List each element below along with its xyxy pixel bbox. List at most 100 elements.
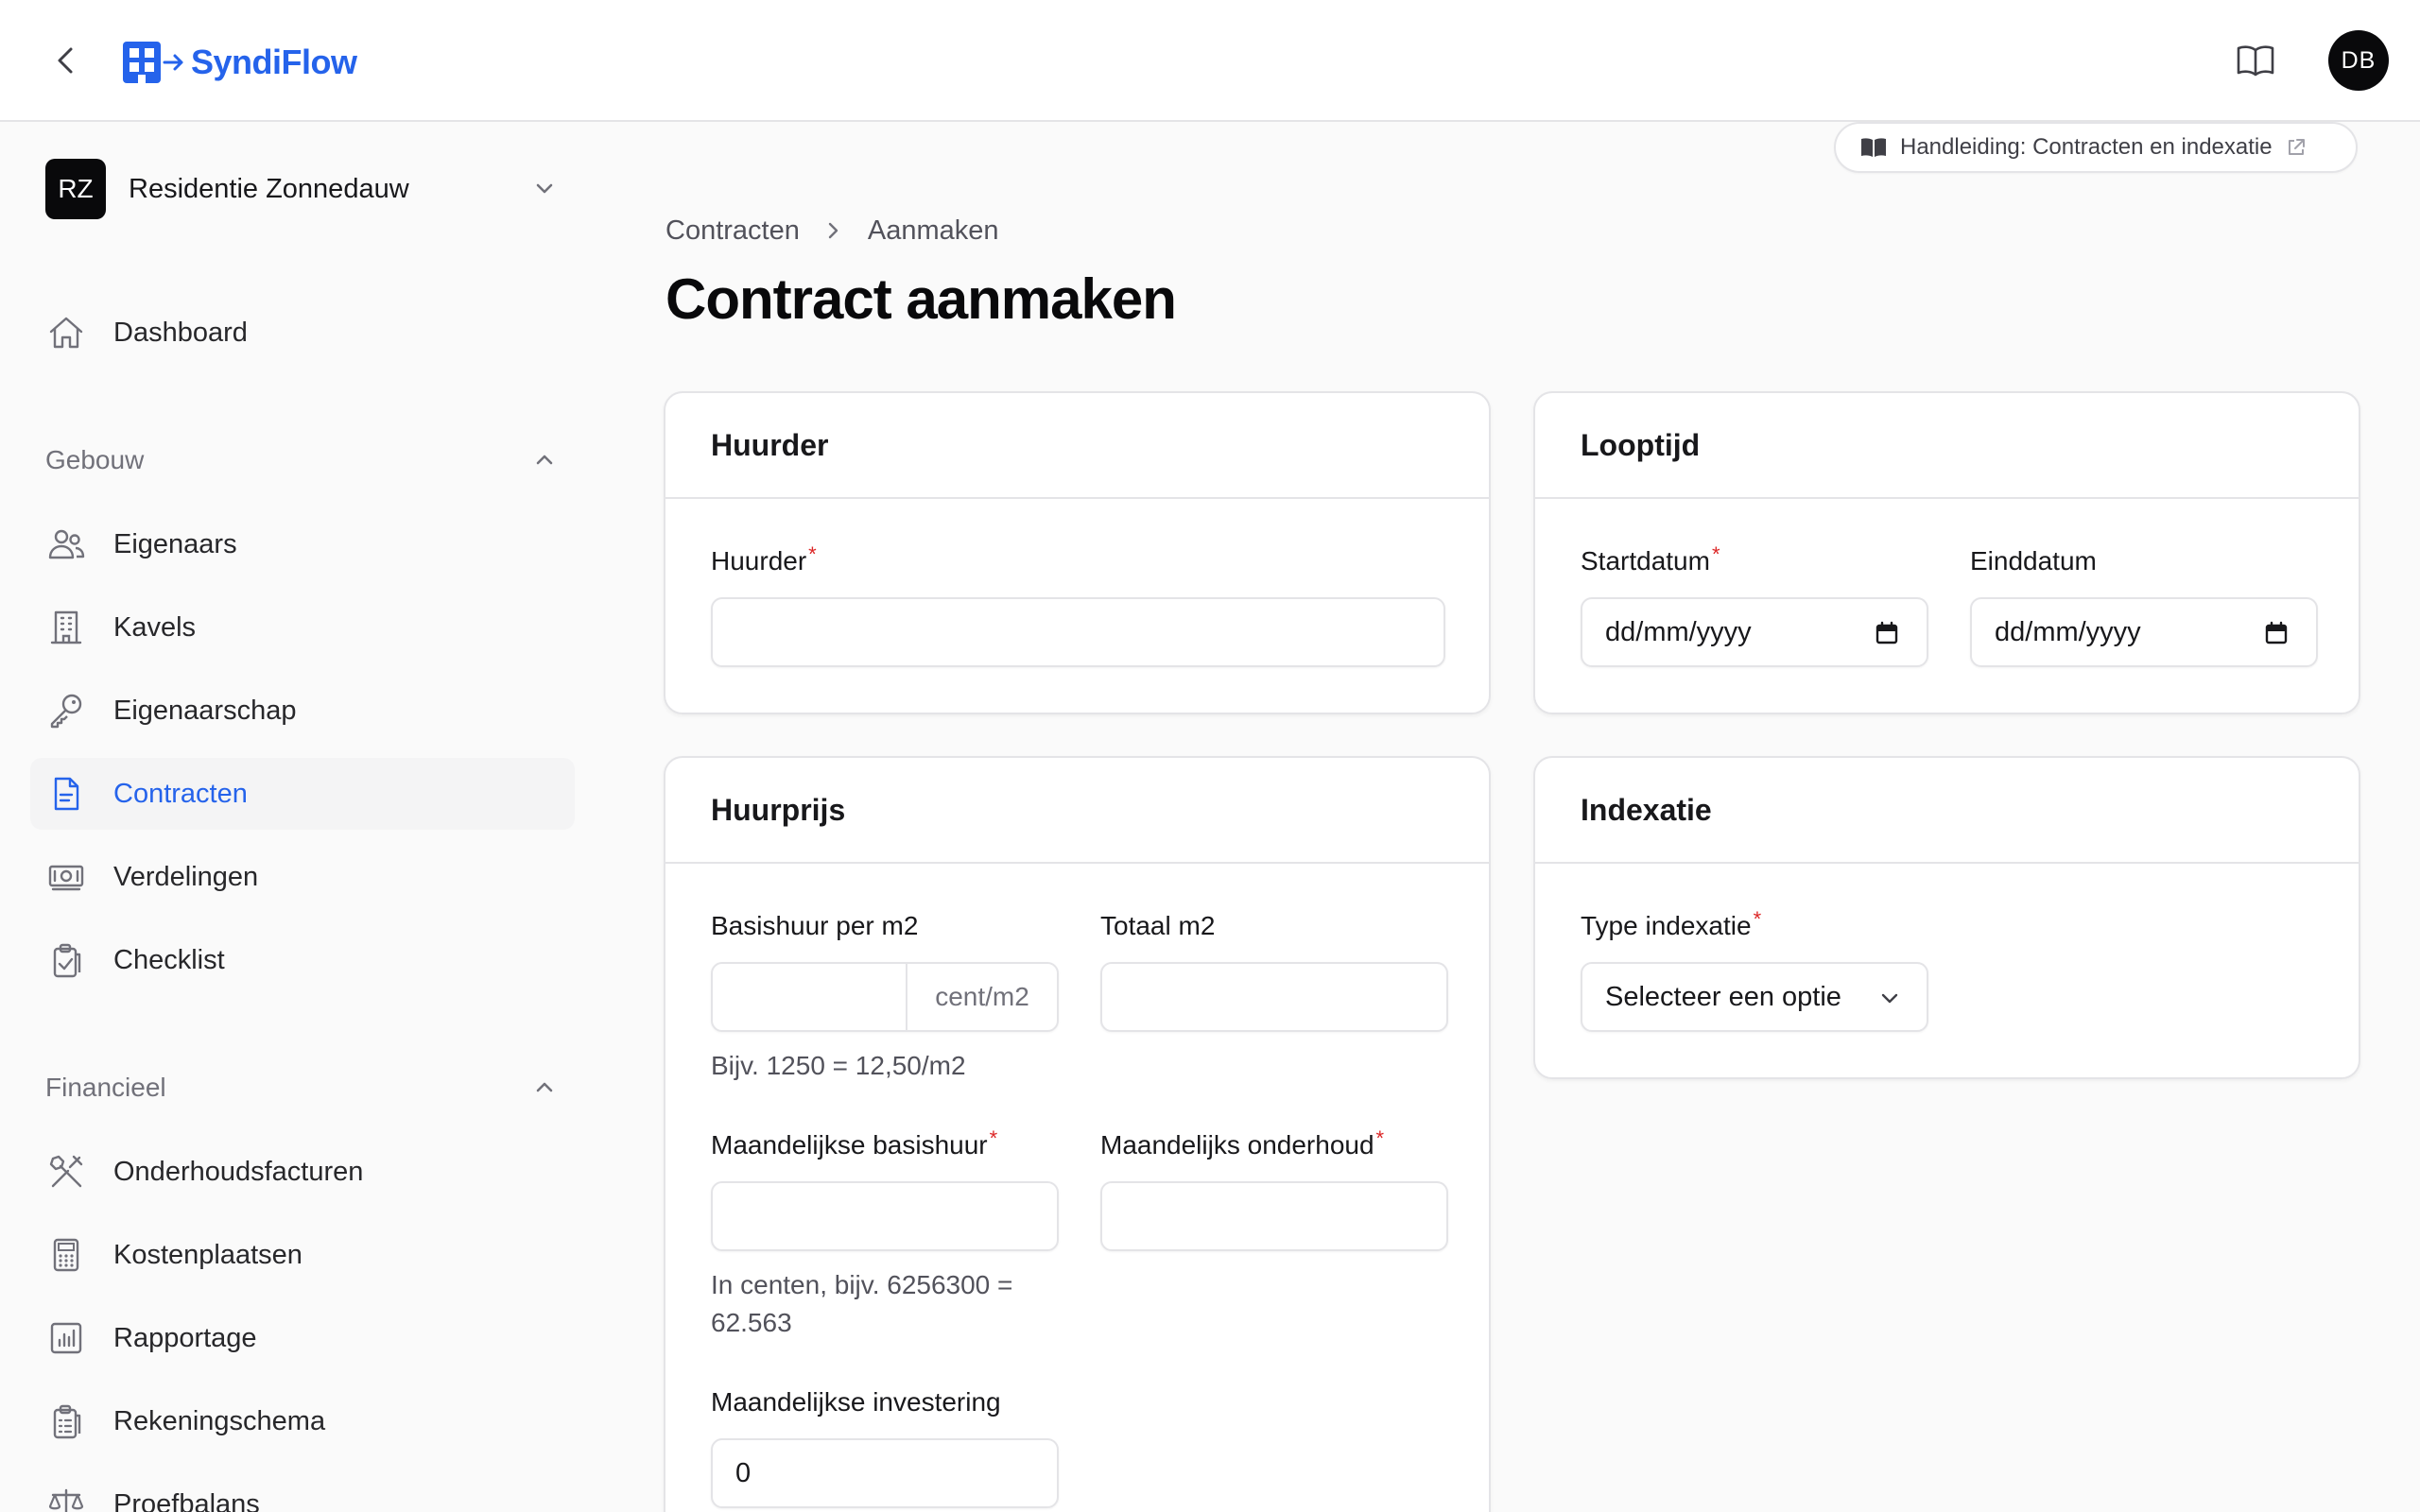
sidebar-item-dashboard[interactable]: Dashboard (30, 297, 575, 369)
breadcrumb-parent[interactable]: Contracten (666, 215, 800, 247)
type-indexatie-label: Type indexatie* (1581, 907, 1761, 941)
breadcrumb-current: Aanmaken (867, 215, 999, 246)
chart-icon (50, 1322, 82, 1354)
card-indexatie: Indexatie Type indexatie* Selecteer een … (1533, 756, 2360, 1079)
sidebar-item-kostenplaatsen[interactable]: Kostenplaatsen (30, 1219, 575, 1291)
sidebar-item-label: Onderhoudsfacturen (113, 1156, 364, 1187)
basishuur-input[interactable]: cent/m2 (711, 962, 1059, 1032)
sidebar-item-eigenaars[interactable]: Eigenaars (30, 508, 575, 580)
sidebar: RZ Residentie Zonnedauw Dashboard Gebouw… (0, 124, 605, 1512)
back-button[interactable] (47, 42, 85, 79)
required-marker: * (808, 542, 817, 566)
huurder-label-text: Huurder (711, 546, 807, 576)
sidebar-item-label: Verdelingen (113, 861, 259, 892)
maandelijkse-basishuur-hint: In centen, bijv. 6256300 = 62.563 (711, 1270, 1013, 1337)
card-title: Huurder (711, 427, 829, 462)
app-logo[interactable]: SyndiFlow (123, 42, 357, 83)
book-open-icon (2237, 45, 2274, 77)
required-marker: * (989, 1126, 998, 1150)
sidebar-item-kavels[interactable]: Kavels (30, 592, 575, 663)
startdatum-label-text: Startdatum (1581, 546, 1710, 576)
maandelijkse-basishuur-label: Maandelijkse basishuur* (711, 1126, 997, 1160)
basishuur-hint: Bijv. 1250 = 12,50/m2 (711, 1051, 966, 1080)
guide-link-label: Handleiding: Contracten en indexatie (1900, 134, 2273, 160)
section-title: Gebouw (45, 445, 145, 474)
guide-link[interactable]: Handleiding: Contracten en indexatie (1834, 122, 2358, 173)
card-header: Huurprijs (666, 758, 1489, 864)
chevron-left-icon (58, 47, 73, 74)
document-icon (54, 777, 79, 811)
einddatum-input[interactable]: dd/mm/yyyy (1970, 597, 2318, 667)
chevron-down-icon (536, 183, 553, 194)
building-logo-icon (123, 42, 183, 83)
banknote-icon (48, 865, 84, 891)
totaal-m2-label: Totaal m2 (1100, 911, 1216, 940)
sidebar-item-proefbalans[interactable]: Proefbalans (30, 1469, 575, 1512)
key-icon (50, 694, 82, 729)
sidebar-item-rekeningschema[interactable]: Rekeningschema (30, 1385, 575, 1457)
chevron-up-icon (536, 455, 553, 465)
breadcrumb: Contracten Aanmaken (666, 212, 999, 249)
card-title: Looptijd (1581, 427, 1701, 462)
maandelijks-onderhoud-label-text: Maandelijks onderhoud (1100, 1130, 1374, 1160)
clipboard-check-icon (53, 943, 81, 978)
sidebar-item-label: Kostenplaatsen (113, 1239, 302, 1270)
sidebar-item-label: Rapportage (113, 1322, 257, 1353)
sidebar-item-contracten[interactable]: Contracten (30, 758, 575, 830)
sidebar-item-eigenaarschap[interactable]: Eigenaarschap (30, 675, 575, 747)
section-toggle-gebouw[interactable]: Gebouw (45, 441, 556, 479)
huurder-input[interactable] (711, 597, 1445, 667)
chevron-right-icon (828, 222, 838, 239)
maandelijkse-basishuur-input[interactable] (711, 1181, 1059, 1251)
tenant-badge: RZ (45, 159, 106, 219)
sidebar-item-label: Proefbalans (113, 1488, 260, 1512)
einddatum-placeholder: dd/mm/yyyy (1995, 616, 2141, 647)
required-marker: * (1711, 542, 1720, 566)
type-indexatie-label-text: Type indexatie (1581, 911, 1752, 940)
chevron-up-icon (536, 1082, 553, 1092)
card-header: Looptijd (1535, 393, 2359, 499)
sidebar-item-rapportage[interactable]: Rapportage (30, 1302, 575, 1374)
required-marker: * (1753, 907, 1762, 931)
top-bar: SyndiFlow DB (0, 0, 2420, 122)
calendar-icon[interactable] (1874, 620, 1900, 646)
maandelijkse-investering-input[interactable]: 0 (711, 1438, 1059, 1508)
home-icon (49, 317, 83, 349)
sidebar-item-label: Kavels (113, 611, 197, 643)
huurder-label: Huurder* (711, 542, 817, 576)
basishuur-label: Basishuur per m2 (711, 911, 919, 940)
sidebar-item-label: Checklist (113, 944, 225, 975)
type-indexatie-value: Selecteer een optie (1605, 981, 1841, 1012)
card-title: Indexatie (1581, 792, 1712, 827)
calendar-icon[interactable] (2263, 620, 2290, 646)
sidebar-item-onderhoudsfacturen[interactable]: Onderhoudsfacturen (30, 1136, 575, 1208)
card-title: Huurprijs (711, 792, 846, 827)
einddatum-label: Einddatum (1970, 546, 2097, 576)
section-toggle-financieel[interactable]: Financieel (45, 1069, 556, 1107)
card-header: Huurder (666, 393, 1489, 499)
card-looptijd: Looptijd Startdatum* dd/mm/yyyy Einddatu… (1533, 391, 2360, 714)
maandelijkse-investering-label: Maandelijkse investering (711, 1387, 1001, 1417)
card-huurder: Huurder Huurder* (664, 391, 1491, 714)
startdatum-label: Startdatum* (1581, 542, 1720, 576)
basishuur-suffix: cent/m2 (906, 964, 1057, 1030)
required-marker: * (1375, 1126, 1385, 1150)
user-avatar[interactable]: DB (2328, 30, 2389, 91)
sidebar-item-label: Eigenaars (113, 528, 237, 559)
tenant-switcher[interactable]: RZ Residentie Zonnedauw (45, 159, 556, 219)
maandelijks-onderhoud-input[interactable] (1100, 1181, 1448, 1251)
card-huurprijs: Huurprijs Basishuur per m2 cent/m2 Bijv.… (664, 756, 1491, 1512)
sidebar-item-verdelingen[interactable]: Verdelingen (30, 841, 575, 913)
sidebar-item-checklist[interactable]: Checklist (30, 924, 575, 996)
tenant-name: Residentie Zonnedauw (129, 173, 409, 204)
card-header: Indexatie (1535, 758, 2359, 864)
startdatum-input[interactable]: dd/mm/yyyy (1581, 597, 1928, 667)
app-name: SyndiFlow (191, 43, 357, 81)
sidebar-item-label: Contracten (113, 778, 248, 809)
building-icon (50, 610, 82, 644)
guide-button[interactable] (2235, 42, 2276, 79)
sidebar-item-label: Dashboard (113, 317, 248, 348)
startdatum-placeholder: dd/mm/yyyy (1605, 616, 1752, 647)
type-indexatie-select[interactable]: Selecteer een optie (1581, 962, 1928, 1032)
totaal-m2-input[interactable] (1100, 962, 1448, 1032)
